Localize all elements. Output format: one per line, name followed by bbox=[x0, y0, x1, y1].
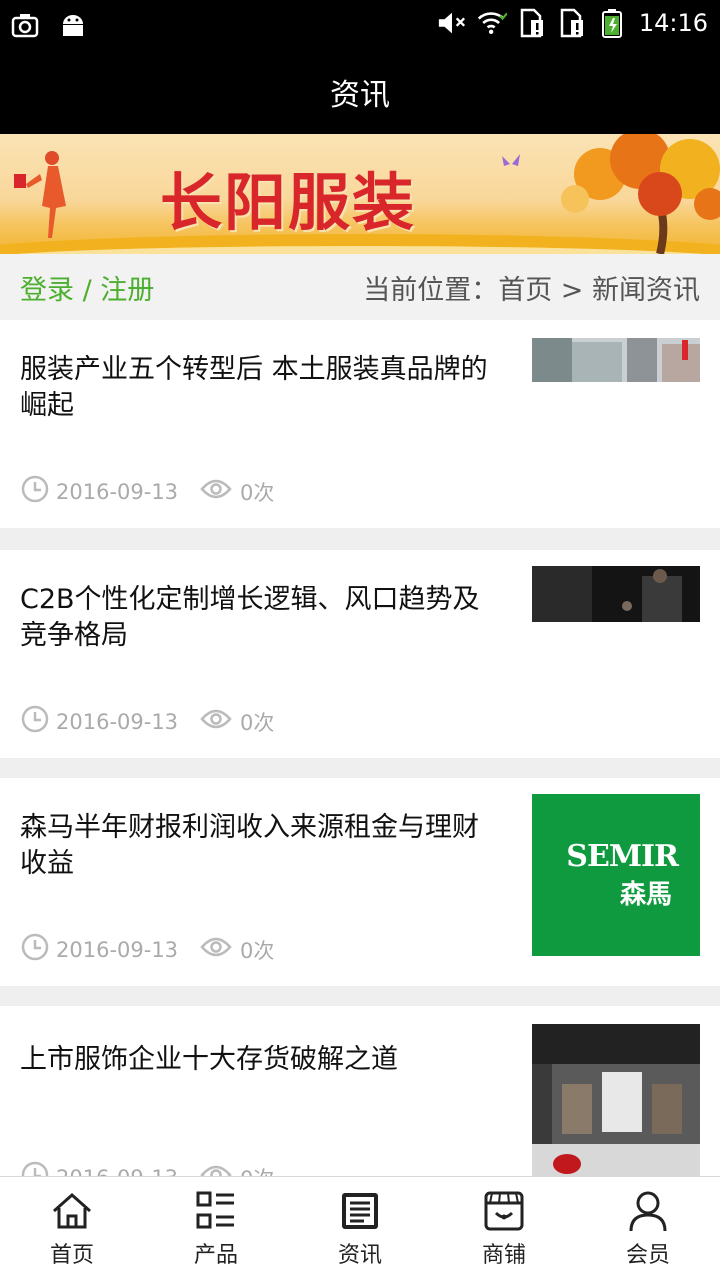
mute-icon bbox=[437, 8, 467, 38]
article-card[interactable]: 服装产业五个转型后 本土服装真品牌的崛起 2016-09-13 0次 bbox=[0, 320, 720, 528]
article-meta: 2016-09-13 0次 bbox=[20, 932, 274, 967]
article-meta: 2016-09-13 0次 bbox=[20, 704, 274, 739]
clock-icon bbox=[20, 932, 50, 967]
article-card[interactable]: C2B个性化定制增长逻辑、风口趋势及竞争格局 2016-09-13 0次 bbox=[0, 550, 720, 758]
article-thumbnail[interactable]: SEMIR 森馬 bbox=[532, 794, 700, 956]
article-title[interactable]: 上市服饰企业十大存货破解之道 bbox=[20, 1042, 490, 1078]
clock-icon bbox=[20, 704, 50, 739]
nav-label: 商铺 bbox=[481, 1242, 526, 1268]
clock-icon bbox=[20, 1160, 50, 1176]
nav-item-member[interactable]: 会员 bbox=[576, 1177, 720, 1280]
article-thumbnail[interactable] bbox=[532, 338, 700, 382]
article-title[interactable]: 森马半年财报利润收入来源租金与理财收益 bbox=[20, 810, 490, 882]
nav-item-products[interactable]: 产品 bbox=[144, 1177, 288, 1280]
status-time: 14:16 bbox=[638, 9, 708, 37]
article-meta: 2016-09-13 0次 bbox=[20, 1160, 274, 1176]
semir-logo-text: SEMIR bbox=[566, 839, 679, 874]
banner-title: 长阳服装 bbox=[160, 166, 417, 239]
eye-icon bbox=[200, 936, 232, 963]
article-card[interactable]: 森马半年财报利润收入来源租金与理财收益 2016-09-13 0次 SEMIR … bbox=[0, 778, 720, 986]
nav-label: 产品 bbox=[193, 1242, 238, 1268]
semir-logo-cn: 森馬 bbox=[619, 880, 672, 910]
article-meta: 2016-09-13 0次 bbox=[20, 474, 274, 509]
login-register-link[interactable]: 登录 / 注册 bbox=[20, 268, 154, 307]
screenshot-icon bbox=[10, 10, 40, 40]
battery-icon bbox=[597, 8, 627, 38]
nav-label: 首页 bbox=[49, 1242, 94, 1268]
page-title: 资讯 bbox=[330, 78, 390, 113]
article-date: 2016-09-13 bbox=[56, 479, 179, 504]
article-views: 0次 bbox=[240, 938, 275, 963]
article-views: 0次 bbox=[240, 710, 275, 735]
nav-item-home[interactable]: 首页 bbox=[0, 1177, 144, 1280]
wifi-icon bbox=[477, 8, 507, 38]
user-icon bbox=[629, 1191, 667, 1231]
nav-item-shop[interactable]: 商铺 bbox=[432, 1177, 576, 1280]
eye-icon bbox=[200, 708, 232, 735]
breadcrumb: 登录 / 注册 当前位置：首页 > 新闻资讯 bbox=[0, 254, 720, 320]
nav-item-news[interactable]: 资讯 bbox=[288, 1177, 432, 1280]
eye-icon bbox=[200, 478, 232, 505]
status-bar: 14:16 bbox=[0, 0, 720, 50]
article-date: 2016-09-13 bbox=[56, 937, 179, 962]
article-date: 2016-09-13 bbox=[56, 1166, 178, 1177]
newspaper-icon bbox=[342, 1192, 378, 1229]
shop-icon bbox=[484, 1191, 524, 1230]
sim2-icon bbox=[557, 8, 587, 38]
bottom-nav: 首页 产品 资讯 商铺 会员 bbox=[0, 1176, 720, 1280]
clock-icon bbox=[20, 474, 50, 509]
nav-label: 会员 bbox=[625, 1242, 670, 1268]
grid-list-icon bbox=[196, 1191, 234, 1228]
android-icon bbox=[58, 10, 88, 40]
article-title[interactable]: 服装产业五个转型后 本土服装真品牌的崛起 bbox=[20, 352, 490, 424]
banner[interactable]: 长阳服装 bbox=[0, 134, 720, 254]
home-icon bbox=[53, 1192, 91, 1228]
page-title-bar: 资讯 bbox=[0, 50, 720, 134]
article-card[interactable]: 上市服饰企业十大存货破解之道 2016-09-13 0次 bbox=[0, 1006, 720, 1176]
article-thumbnail[interactable] bbox=[532, 566, 700, 622]
article-date: 2016-09-13 bbox=[56, 709, 179, 734]
sim1-icon bbox=[517, 8, 547, 38]
article-thumbnail[interactable] bbox=[532, 1024, 700, 1176]
current-location: 当前位置：首页 > 新闻资讯 bbox=[363, 274, 700, 306]
nav-label: 资讯 bbox=[337, 1242, 382, 1268]
eye-icon bbox=[200, 1164, 232, 1176]
article-views: 0次 bbox=[240, 1163, 274, 1177]
article-title[interactable]: C2B个性化定制增长逻辑、风口趋势及竞争格局 bbox=[20, 582, 490, 654]
article-views: 0次 bbox=[240, 480, 275, 505]
